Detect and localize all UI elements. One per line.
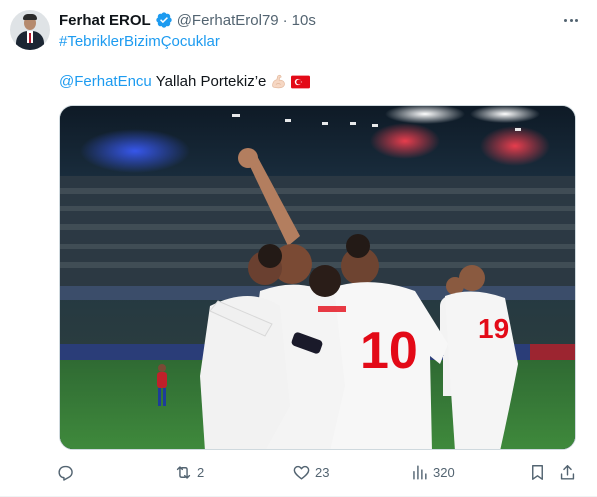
views-icon — [413, 464, 427, 480]
heart-icon — [293, 465, 310, 480]
header-separator: · — [282, 11, 288, 29]
avatar-tie — [29, 33, 31, 43]
like-count: 23 — [315, 464, 330, 480]
turkey-flag-icon — [291, 75, 311, 88]
hashtag-link[interactable]: #TebriklerBizimÇocuklar — [59, 33, 220, 50]
tweet-body: Yallah Portekiz’e — [155, 73, 267, 90]
bookmark-icon — [532, 464, 543, 480]
views-button[interactable]: 320 — [410, 460, 455, 484]
jersey-number-10: 10 — [360, 322, 418, 380]
like-button[interactable]: 23 — [292, 460, 329, 484]
share-icon — [560, 464, 575, 480]
bookmark-button[interactable] — [528, 460, 547, 484]
retweet-button[interactable]: 2 — [174, 460, 204, 484]
tweet-timestamp[interactable]: 10s — [292, 12, 316, 29]
more-dot — [564, 18, 567, 22]
tweet-card[interactable]: Ferhat EROL @FerhatErol79 · 10s #Tebrikl… — [0, 0, 597, 497]
author-name[interactable]: Ferhat EROL — [59, 12, 151, 29]
tweet-header: Ferhat EROL @FerhatErol79 · 10s — [59, 10, 316, 30]
flexed-biceps-icon — [272, 74, 286, 89]
avatar-hair — [23, 14, 37, 20]
retweet-count: 2 — [197, 464, 205, 480]
reply-button[interactable] — [56, 460, 79, 484]
verified-badge-icon[interactable] — [155, 11, 173, 29]
share-button[interactable] — [558, 460, 577, 484]
mention-link[interactable]: @FerhatEncu — [59, 73, 152, 90]
more-options-icon[interactable] — [561, 12, 581, 28]
more-dot — [569, 18, 573, 22]
football-celebration-image: 19 10 — [60, 106, 575, 449]
author-avatar[interactable] — [10, 10, 50, 50]
reply-icon — [58, 465, 73, 481]
jersey-number-19: 19 — [478, 313, 509, 344]
author-handle[interactable]: @FerhatErol79 — [177, 12, 279, 29]
tweet-actions: 2 23 320 — [56, 460, 581, 484]
more-dot — [575, 18, 578, 22]
tweet-photo[interactable]: 19 10 — [59, 105, 576, 450]
views-count: 320 — [433, 464, 455, 480]
tweet-text: @FerhatEncu Yallah Portekiz’e — [59, 73, 311, 90]
retweet-icon — [176, 465, 191, 479]
